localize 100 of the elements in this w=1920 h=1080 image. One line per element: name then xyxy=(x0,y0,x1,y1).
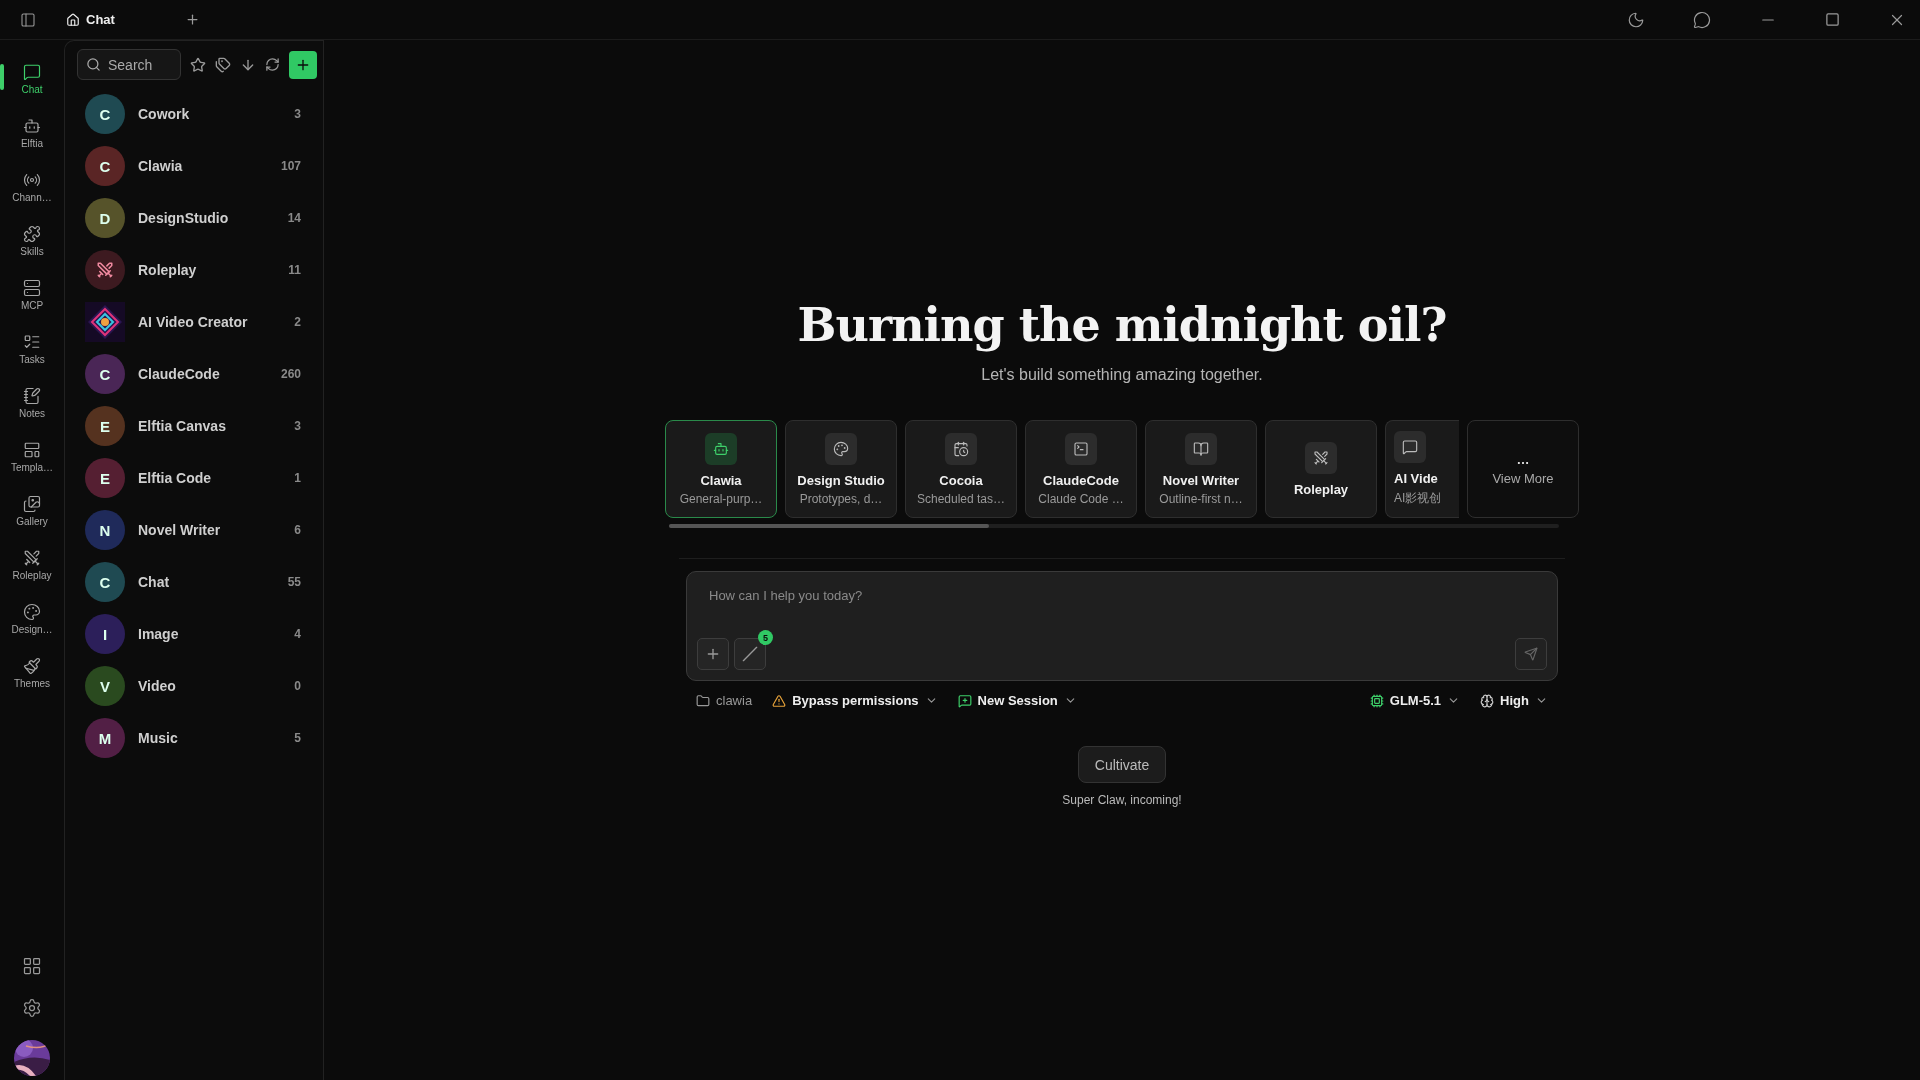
robot-icon xyxy=(705,432,737,465)
chat-name[interactable]: Novel Writer xyxy=(138,522,282,538)
agent-card[interactable]: Cocoia Scheduled tas… xyxy=(905,420,1017,518)
chat-tab[interactable]: Chat xyxy=(66,12,115,27)
rail-item[interactable]: Chat xyxy=(2,52,62,106)
chat-name[interactable]: Cowork xyxy=(138,106,282,122)
avatar: C xyxy=(85,562,125,602)
folder-icon xyxy=(696,693,710,708)
agent-card[interactable]: ClaudeCode Claude Code … xyxy=(1025,420,1137,518)
moon-icon[interactable] xyxy=(1627,10,1645,29)
layout-icon xyxy=(23,441,41,459)
rail-item[interactable]: Roleplay xyxy=(2,538,62,592)
rail-item[interactable]: Skills xyxy=(2,214,62,268)
chat-bubble-icon[interactable] xyxy=(1693,10,1711,29)
chat-name[interactable]: Elftia Canvas xyxy=(138,418,282,434)
broadcast-icon xyxy=(23,171,41,189)
robot-icon xyxy=(23,117,41,135)
settings-icon[interactable] xyxy=(22,998,42,1018)
refresh-icon[interactable] xyxy=(265,57,280,72)
cultivate-button[interactable]: Cultivate xyxy=(1077,746,1167,783)
checklist-icon xyxy=(23,333,41,351)
message-count: 2 xyxy=(294,315,301,329)
message-count: 3 xyxy=(294,419,301,433)
star-icon[interactable] xyxy=(190,56,206,73)
rail-item[interactable]: Gallery xyxy=(2,484,62,538)
avatar: C xyxy=(85,354,125,394)
chat-name[interactable]: Video xyxy=(138,678,282,694)
message-count: 5 xyxy=(294,731,301,745)
chat-plus-icon xyxy=(957,693,972,708)
rail-item[interactable]: MCP xyxy=(2,268,62,322)
apps-icon[interactable] xyxy=(22,956,42,976)
message-count: 0 xyxy=(294,679,301,693)
chat-name[interactable]: Roleplay xyxy=(138,262,276,278)
chip-icon xyxy=(1369,693,1384,708)
image-icon xyxy=(23,495,41,513)
scrollbar[interactable] xyxy=(669,524,1559,528)
session-dropdown[interactable]: New Session xyxy=(957,693,1077,708)
message-count: 4 xyxy=(294,627,301,641)
chat-name[interactable]: DesignStudio xyxy=(138,210,275,226)
slash-icon xyxy=(742,646,758,662)
attach-button[interactable] xyxy=(697,638,729,670)
message-count: 260 xyxy=(280,367,301,381)
chat-name[interactable]: Chat xyxy=(138,574,275,590)
message-count: 11 xyxy=(288,263,301,277)
send-button[interactable] xyxy=(1515,638,1547,670)
message-count: 6 xyxy=(294,523,301,537)
folder-selector[interactable]: clawia xyxy=(696,693,753,708)
avatar: C xyxy=(85,146,125,186)
view-more-card[interactable]: … View More xyxy=(1467,420,1579,518)
calendar-icon xyxy=(945,432,977,465)
rail-item[interactable]: Chann… xyxy=(2,160,62,214)
rail-item[interactable]: Themes xyxy=(2,646,62,700)
swords-icon xyxy=(96,261,114,279)
permissions-dropdown[interactable]: Bypass permissions xyxy=(772,693,938,708)
search-field[interactable]: Search xyxy=(77,49,181,80)
search-icon xyxy=(86,57,101,72)
rail-item[interactable]: Notes xyxy=(2,376,62,430)
notebook-icon xyxy=(23,387,41,405)
agent-card[interactable]: Novel Writer Outline-first n… xyxy=(1145,420,1257,518)
sidebar-toggle-icon[interactable] xyxy=(20,11,36,28)
palette-icon xyxy=(23,603,41,621)
swords-icon xyxy=(23,549,41,567)
effort-dropdown[interactable]: High xyxy=(1480,693,1548,708)
chat-name[interactable]: Image xyxy=(138,626,282,642)
message-input[interactable]: How can I help you today? xyxy=(697,588,1547,603)
rail-item[interactable]: Elftia xyxy=(2,106,62,160)
message-count: 3 xyxy=(294,107,301,121)
avatar: D xyxy=(85,198,125,238)
chat-name[interactable]: Music xyxy=(138,730,282,746)
agent-card[interactable]: Clawia General-purp… xyxy=(665,420,777,518)
plus-icon xyxy=(705,646,721,662)
cultivate-caption: Super Claw, incoming! xyxy=(1062,793,1182,807)
rail-item[interactable]: Tasks xyxy=(2,322,62,376)
add-button[interactable] xyxy=(289,50,317,79)
avatar: V xyxy=(85,666,125,706)
chat-name[interactable]: ClaudeCode xyxy=(138,366,268,382)
rail-item[interactable]: Design… xyxy=(2,592,62,646)
maximize-icon[interactable] xyxy=(1825,12,1840,27)
avatar: E xyxy=(85,406,125,446)
terminal-icon xyxy=(1065,432,1097,465)
agent-card[interactable]: Roleplay xyxy=(1265,420,1377,518)
message-count: 55 xyxy=(287,575,301,589)
agent-card[interactable]: AI Vide AI影视创 xyxy=(1385,420,1459,518)
chat-icon xyxy=(23,63,41,81)
rail-item[interactable]: Templa… xyxy=(2,430,62,484)
avatar: C xyxy=(85,94,125,134)
model-dropdown[interactable]: GLM-5.1 xyxy=(1369,693,1461,708)
chat-name[interactable]: Elftia Code xyxy=(138,470,282,486)
tags-icon[interactable] xyxy=(215,56,231,73)
send-icon xyxy=(1524,647,1538,661)
chat-icon xyxy=(1394,431,1426,463)
chat-name[interactable]: AI Video Creator xyxy=(138,314,282,330)
agent-card[interactable]: Design Studio Prototypes, d… xyxy=(785,420,897,518)
avatar: I xyxy=(85,614,125,654)
message-count: 1 xyxy=(294,471,301,485)
new-tab-icon[interactable] xyxy=(184,12,200,27)
chat-name[interactable]: Clawia xyxy=(138,158,268,174)
swords-icon xyxy=(1305,441,1337,474)
home-icon xyxy=(66,12,80,27)
message-count: 107 xyxy=(280,159,301,173)
